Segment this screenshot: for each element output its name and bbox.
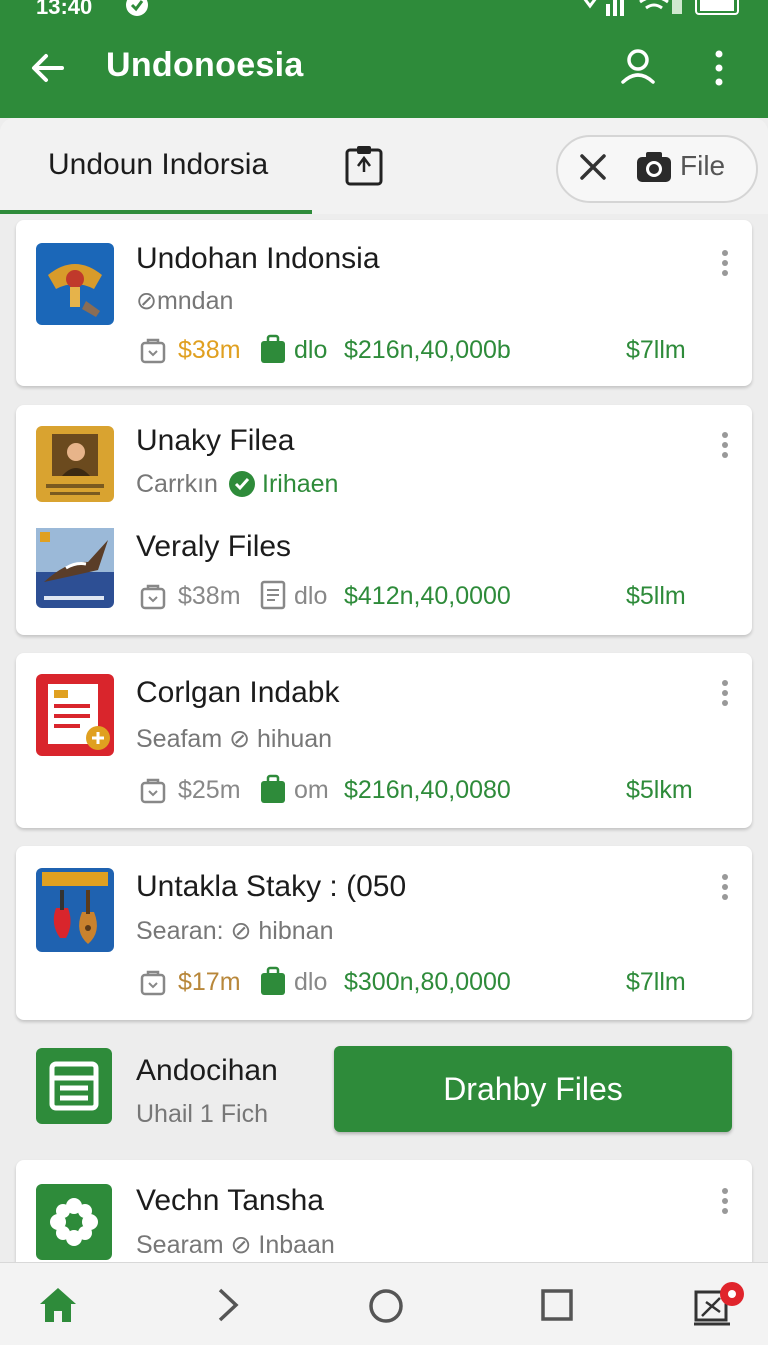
person-icon[interactable] bbox=[620, 48, 656, 91]
close-icon[interactable] bbox=[578, 152, 608, 187]
item-amount: $412n,40,0000 bbox=[344, 582, 511, 610]
item-thumbnail bbox=[36, 426, 114, 502]
item-stat-label: om bbox=[294, 776, 329, 804]
item-status: Irihaen bbox=[262, 470, 339, 498]
item-stat: $25m bbox=[178, 776, 241, 804]
item-title: Veraly Files bbox=[136, 530, 292, 563]
item-subtitle: ⊘mndan bbox=[136, 287, 234, 315]
tab-indicator bbox=[0, 210, 312, 214]
status-icons bbox=[580, 0, 750, 25]
item-stat-label: dlo bbox=[294, 968, 328, 996]
camera-icon bbox=[636, 150, 672, 189]
document-icon bbox=[260, 580, 286, 615]
item-stat: $38m bbox=[178, 336, 241, 364]
item-subtitle: Searan: ⊘ hibnan bbox=[136, 917, 334, 945]
flower-icon bbox=[36, 1184, 112, 1260]
item-more-icon[interactable] bbox=[722, 874, 728, 904]
list-item[interactable] bbox=[16, 1160, 752, 1270]
item-amount: $216n,40,0080 bbox=[344, 776, 511, 804]
item-title: Vechn Tansha bbox=[136, 1184, 324, 1217]
bag-icon bbox=[140, 336, 166, 369]
item-stat-label: dlo bbox=[294, 336, 328, 364]
item-amount: $216n,40,000b bbox=[344, 336, 511, 364]
item-subtitle: Carrkın bbox=[136, 470, 218, 498]
download-title: Andocihan bbox=[136, 1054, 278, 1087]
briefcase-icon bbox=[260, 334, 286, 369]
square-icon[interactable] bbox=[540, 1288, 574, 1327]
download-files-button[interactable]: Drahby Files bbox=[334, 1046, 732, 1132]
document-list-icon bbox=[36, 1048, 112, 1124]
item-title: Undohan Indonsia bbox=[136, 242, 380, 275]
item-price: $7llm bbox=[626, 336, 686, 364]
file-chip-label: File bbox=[680, 150, 726, 181]
item-thumbnail bbox=[36, 243, 114, 325]
tab-active[interactable]: Undoun Indorsia bbox=[48, 148, 268, 182]
item-stat: $38m bbox=[178, 582, 241, 610]
item-amount: $300n,80,0000 bbox=[344, 968, 511, 996]
item-price: $7llm bbox=[626, 968, 686, 996]
status-check-icon bbox=[124, 0, 150, 25]
item-more-icon[interactable] bbox=[722, 250, 728, 280]
back-arrow-icon[interactable] bbox=[28, 48, 68, 93]
chevron-right-icon[interactable] bbox=[216, 1286, 240, 1329]
item-price: $5llm bbox=[626, 582, 686, 610]
item-more-icon[interactable] bbox=[722, 680, 728, 710]
download-subtitle: Uhail 1 Fich bbox=[136, 1100, 268, 1128]
item-title: Untakla Staky : (050 bbox=[136, 870, 407, 903]
bag-icon bbox=[140, 776, 166, 809]
item-title: Corlgan Indabk bbox=[136, 676, 340, 709]
item-thumbnail bbox=[36, 674, 114, 756]
item-stat-label: dlo bbox=[294, 582, 328, 610]
item-stat: $17m bbox=[178, 968, 241, 996]
circle-icon[interactable] bbox=[368, 1288, 404, 1329]
status-time: 13:40 bbox=[36, 0, 93, 19]
more-vert-icon[interactable] bbox=[706, 48, 732, 93]
item-thumbnail bbox=[36, 868, 114, 952]
item-more-icon[interactable] bbox=[722, 1188, 728, 1218]
bag-icon bbox=[140, 968, 166, 1001]
item-title: Unaky Filea bbox=[136, 424, 295, 457]
item-more-icon[interactable] bbox=[722, 432, 728, 462]
page-title: Undonoesia bbox=[106, 46, 304, 84]
item-price: $5lkm bbox=[626, 776, 693, 804]
item-subtitle: Searam ⊘ Inbaan bbox=[136, 1231, 335, 1259]
clipboard-icon[interactable] bbox=[344, 144, 384, 191]
item-subtitle: Seafam ⊘ hihuan bbox=[136, 725, 333, 753]
item-thumbnail bbox=[36, 528, 114, 608]
notification-icon[interactable] bbox=[692, 1278, 744, 1333]
bag-icon bbox=[140, 582, 166, 615]
briefcase-icon bbox=[260, 774, 286, 809]
check-circle-icon bbox=[228, 470, 256, 503]
home-icon[interactable] bbox=[38, 1286, 78, 1329]
briefcase-icon bbox=[260, 966, 286, 1001]
